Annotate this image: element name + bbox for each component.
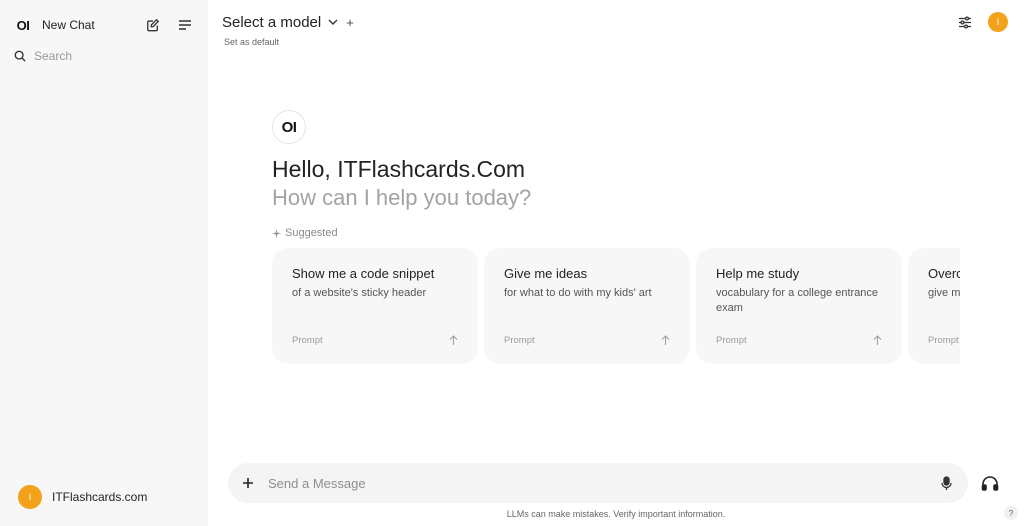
plus-icon bbox=[243, 478, 253, 488]
suggestion-title: Give me ideas bbox=[504, 266, 588, 281]
avatar: I bbox=[18, 485, 42, 509]
voice-input-button[interactable] bbox=[924, 475, 968, 491]
suggestion-footer: Prompt bbox=[292, 335, 458, 346]
suggested-label: Suggested bbox=[285, 227, 338, 239]
welcome-logo-wrap: OI bbox=[272, 110, 306, 144]
menu-icon bbox=[179, 20, 191, 30]
mic-icon bbox=[940, 475, 952, 490]
top-bar-actions: I bbox=[954, 11, 1008, 33]
suggestion-subtitle: for what to do with my kids' art bbox=[504, 287, 652, 299]
headphones-icon bbox=[981, 476, 999, 491]
main-panel: Select a model + I Set as default OI Hel… bbox=[208, 0, 1024, 526]
user-name: ITFlashcards.com bbox=[52, 490, 148, 504]
search-input[interactable] bbox=[34, 49, 184, 63]
voice-mode-button[interactable] bbox=[978, 471, 1002, 495]
controls-button[interactable] bbox=[954, 11, 976, 33]
set-as-default-link[interactable]: Set as default bbox=[224, 37, 279, 47]
sidebar-search bbox=[14, 46, 196, 66]
suggested-heading: Suggested bbox=[272, 227, 338, 239]
app-logo[interactable]: OI bbox=[12, 14, 34, 36]
user-menu[interactable]: I ITFlashcards.com bbox=[18, 485, 147, 509]
suggestion-footer: Prompt bbox=[928, 335, 960, 346]
sidebar-menu-button[interactable] bbox=[174, 14, 196, 36]
app-window: OI New Chat I ITFlashcards.com bbox=[0, 0, 1024, 526]
message-bar bbox=[228, 463, 968, 503]
suggestion-footer: Prompt bbox=[716, 335, 882, 346]
help-button[interactable]: ? bbox=[1004, 506, 1018, 520]
arrow-up-icon bbox=[449, 335, 458, 345]
suggestion-title: Help me study bbox=[716, 266, 800, 281]
model-selector-label: Select a model bbox=[222, 13, 322, 31]
new-chat-label[interactable]: New Chat bbox=[42, 18, 142, 32]
suggestion-prompt-label: Prompt bbox=[504, 335, 535, 346]
suggestion-card[interactable]: Overc give m Prompt bbox=[908, 248, 960, 364]
top-bar: Select a model + I bbox=[222, 10, 1008, 34]
suggestion-prompt-label: Prompt bbox=[928, 335, 959, 346]
suggestion-subtitle: vocabulary for a college entrance exam bbox=[716, 287, 879, 314]
arrow-up-icon bbox=[873, 335, 882, 345]
suggestion-card[interactable]: Show me a code snippet of a website's st… bbox=[272, 248, 478, 364]
new-chat-button[interactable] bbox=[142, 14, 164, 36]
suggestion-prompt-label: Prompt bbox=[716, 335, 747, 346]
suggestion-subtitle: give m bbox=[928, 287, 960, 299]
edit-icon bbox=[147, 18, 160, 32]
user-avatar-button[interactable]: I bbox=[988, 12, 1008, 32]
greeting-subtitle: How can I help you today? bbox=[272, 185, 532, 210]
attach-button[interactable] bbox=[228, 477, 268, 489]
sparkle-icon bbox=[272, 228, 281, 238]
chevron-down-icon bbox=[328, 19, 338, 25]
search-icon bbox=[14, 50, 26, 62]
greeting-title: Hello, ITFlashcards.Com bbox=[272, 156, 526, 182]
add-model-button[interactable]: + bbox=[346, 15, 354, 30]
disclaimer-text: LLMs can make mistakes. Verify important… bbox=[506, 509, 726, 519]
model-logo: OI bbox=[272, 110, 306, 144]
suggestion-title: Overc bbox=[928, 266, 960, 281]
sidebar-header: OI New Chat bbox=[12, 14, 196, 36]
suggestion-prompt-label: Prompt bbox=[292, 335, 323, 346]
suggestion-subtitle: of a website's sticky header bbox=[292, 287, 427, 299]
suggestion-title: Show me a code snippet bbox=[292, 266, 435, 281]
suggestion-footer: Prompt bbox=[504, 335, 670, 346]
model-selector[interactable]: Select a model bbox=[222, 14, 338, 31]
sidebar: OI New Chat I ITFlashcards.com bbox=[0, 0, 208, 526]
settings-sliders-icon bbox=[959, 15, 971, 29]
suggestion-card[interactable]: Help me study vocabulary for a college e… bbox=[696, 248, 902, 364]
suggestion-card[interactable]: Give me ideas for what to do with my kid… bbox=[484, 248, 690, 364]
suggestion-cards: Show me a code snippet of a website's st… bbox=[272, 248, 960, 364]
message-input[interactable] bbox=[268, 475, 924, 491]
arrow-up-icon bbox=[661, 335, 670, 345]
